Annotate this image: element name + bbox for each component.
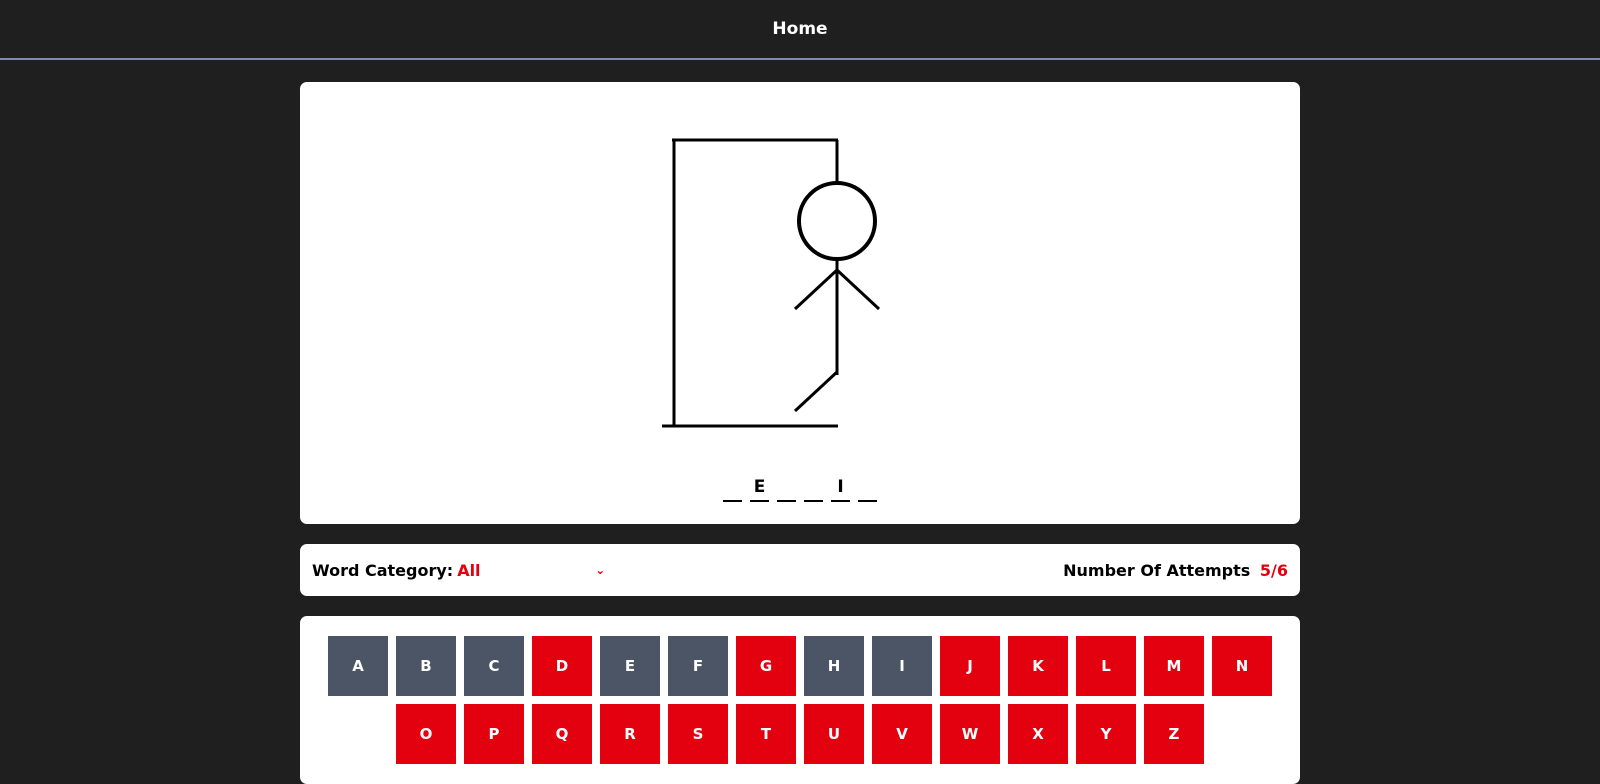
letter-key[interactable]: O: [396, 704, 456, 764]
attempts-counter: Number Of Attempts 5/6: [1063, 561, 1288, 580]
letter-key[interactable]: R: [600, 704, 660, 764]
letter-key[interactable]: Q: [532, 704, 592, 764]
letter-key[interactable]: W: [940, 704, 1000, 764]
letter-key[interactable]: Z: [1144, 704, 1204, 764]
home-link[interactable]: Home: [772, 19, 827, 39]
letter-slot: [723, 470, 742, 502]
letter-key[interactable]: M: [1144, 636, 1204, 696]
word-category: Word Category: All ⌄: [312, 561, 605, 580]
chevron-down-icon[interactable]: ⌄: [595, 563, 605, 577]
letter-key[interactable]: T: [736, 704, 796, 764]
letter-key[interactable]: X: [1008, 704, 1068, 764]
letter-key[interactable]: J: [940, 636, 1000, 696]
letter-key[interactable]: L: [1076, 636, 1136, 696]
top-nav-bar: Home: [0, 0, 1600, 60]
letter-slot: E: [750, 470, 769, 502]
attempts-label: Number Of Attempts: [1063, 560, 1251, 580]
word-display: E I: [300, 470, 1300, 502]
category-label: Word Category:: [312, 560, 454, 580]
letter-slot: I: [831, 470, 850, 502]
category-select[interactable]: All: [457, 561, 587, 580]
letter-key[interactable]: P: [464, 704, 524, 764]
attempts-value: 5/6: [1259, 560, 1288, 580]
letter-key[interactable]: K: [1008, 636, 1068, 696]
letter-slot: [858, 470, 877, 502]
letter-key[interactable]: H: [804, 636, 864, 696]
letter-slot: [804, 470, 823, 502]
hangman-drawing: [662, 138, 881, 428]
letter-key[interactable]: G: [736, 636, 796, 696]
letter-key[interactable]: D: [532, 636, 592, 696]
keyboard-row-1: ABCDEFGHIJKLMN: [328, 636, 1272, 696]
letter-keyboard: ABCDEFGHIJKLMN OPQRSTUVWXYZ: [300, 616, 1300, 784]
letter-key[interactable]: S: [668, 704, 728, 764]
letter-key[interactable]: E: [600, 636, 660, 696]
hangman-right-arm: [835, 268, 881, 311]
letter-key[interactable]: I: [872, 636, 932, 696]
hangman-left-arm: [793, 268, 839, 311]
letter-key[interactable]: U: [804, 704, 864, 764]
letter-key[interactable]: N: [1212, 636, 1272, 696]
letter-key[interactable]: F: [668, 636, 728, 696]
keyboard-row-2: OPQRSTUVWXYZ: [396, 704, 1204, 764]
letter-key[interactable]: B: [396, 636, 456, 696]
letter-slot: [777, 470, 796, 502]
letter-key[interactable]: V: [872, 704, 932, 764]
letter-key[interactable]: C: [464, 636, 524, 696]
hangman-head: [797, 181, 877, 261]
game-info-bar: Word Category: All ⌄ Number Of Attempts …: [300, 544, 1300, 596]
hangman-left-leg: [793, 370, 839, 413]
letter-key[interactable]: Y: [1076, 704, 1136, 764]
game-board: E I: [300, 82, 1300, 524]
letter-key[interactable]: A: [328, 636, 388, 696]
